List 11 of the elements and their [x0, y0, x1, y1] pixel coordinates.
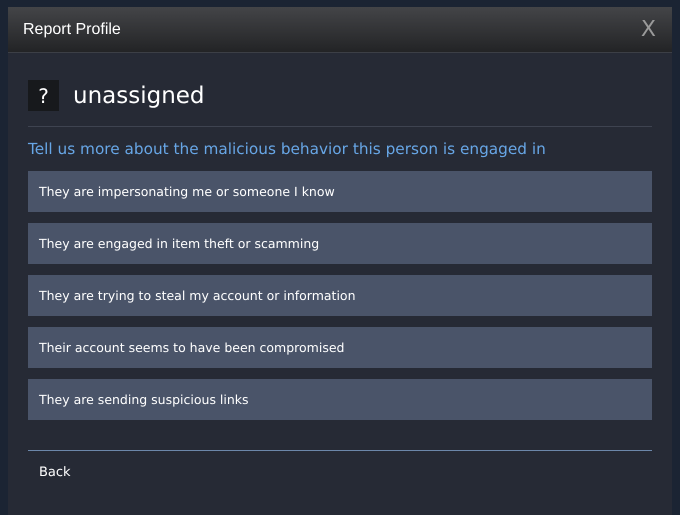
back-button[interactable]: Back: [28, 465, 82, 480]
option-button[interactable]: Their account seems to have been compromised: [28, 327, 652, 368]
option-button[interactable]: They are sending suspicious links: [28, 379, 652, 420]
option-button[interactable]: They are impersonating me or someone I know: [28, 171, 652, 212]
question-mark: ?: [38, 84, 49, 108]
profile-name: unassigned: [73, 82, 205, 108]
close-button[interactable]: X: [640, 17, 656, 42]
prompt-text: Tell us more about the malicious behavior this person is engaged in: [28, 140, 547, 158]
window-title: Report Profile: [23, 20, 121, 38]
option-button[interactable]: They are trying to steal my account or information: [28, 275, 652, 316]
option-button[interactable]: They are engaged in item theft or scamming: [28, 223, 652, 264]
